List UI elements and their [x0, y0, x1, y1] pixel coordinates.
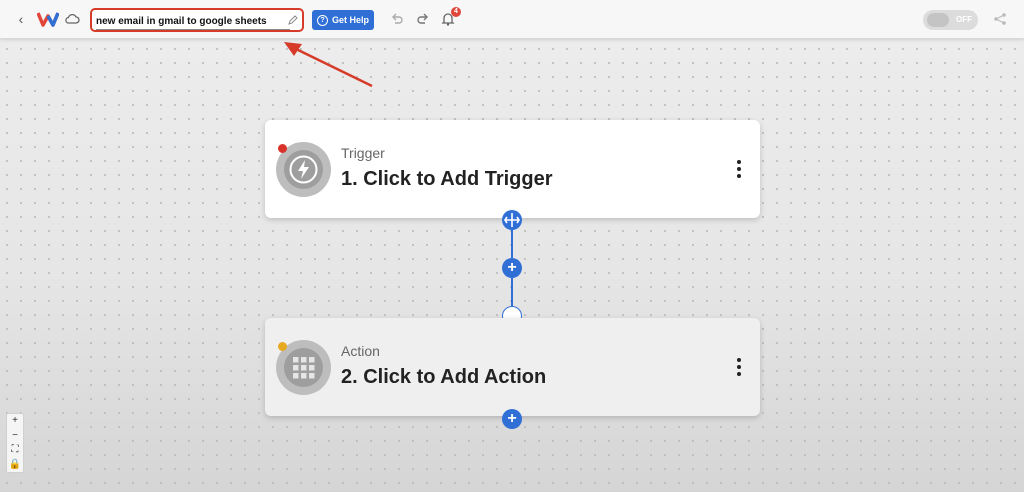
trigger-status-dot	[278, 144, 287, 153]
action-title[interactable]: 2. Click to Add Action	[341, 366, 546, 389]
zoom-controls: + − ⛶ 🔒	[6, 413, 24, 473]
connector-line	[511, 278, 513, 306]
toggle-state-label: OFF	[956, 15, 972, 24]
workflow-name-highlight	[90, 8, 304, 32]
get-help-label: Get Help	[331, 15, 369, 25]
share-icon[interactable]	[993, 12, 1007, 26]
annotation-arrow	[284, 42, 373, 88]
action-status-dot	[278, 342, 287, 351]
action-step-card[interactable]: Action 2. Click to Add Action	[265, 318, 760, 416]
question-icon: ?	[316, 14, 328, 26]
toggle-knob	[927, 13, 949, 27]
trigger-more-icon[interactable]	[736, 160, 742, 178]
action-subtitle: Action	[341, 343, 380, 359]
action-more-icon[interactable]	[736, 358, 742, 376]
lock-button[interactable]: 🔒	[7, 458, 23, 473]
workflow-toggle[interactable]: OFF	[923, 10, 978, 30]
app-grid-icon	[293, 357, 315, 379]
undo-icon[interactable]	[390, 12, 404, 26]
notification-badge: 4	[451, 7, 461, 17]
brand-logo[interactable]	[37, 10, 59, 28]
trigger-title[interactable]: 1. Click to Add Trigger	[341, 168, 553, 191]
trigger-step-card[interactable]: Trigger 1. Click to Add Trigger	[265, 120, 760, 218]
collapse-connector-icon[interactable]	[502, 210, 522, 230]
connector-line	[511, 230, 513, 258]
add-step-after-action-button[interactable]: +	[502, 409, 522, 429]
trigger-subtitle: Trigger	[341, 145, 385, 161]
top-toolbar: ‹ ? Get Help 4 OFF	[0, 0, 1024, 39]
zoom-in-button[interactable]: +	[7, 414, 23, 429]
workflow-name-input[interactable]	[96, 13, 290, 30]
redo-icon[interactable]	[416, 12, 430, 26]
zoom-out-button[interactable]: −	[7, 429, 23, 444]
fit-view-button[interactable]: ⛶	[7, 443, 23, 458]
add-step-button[interactable]: +	[502, 258, 522, 278]
get-help-button[interactable]: ? Get Help	[312, 10, 374, 30]
pencil-icon[interactable]	[288, 15, 298, 25]
back-chevron-icon[interactable]: ‹	[14, 10, 28, 28]
cloud-icon	[65, 13, 80, 24]
lightning-icon	[289, 155, 318, 184]
